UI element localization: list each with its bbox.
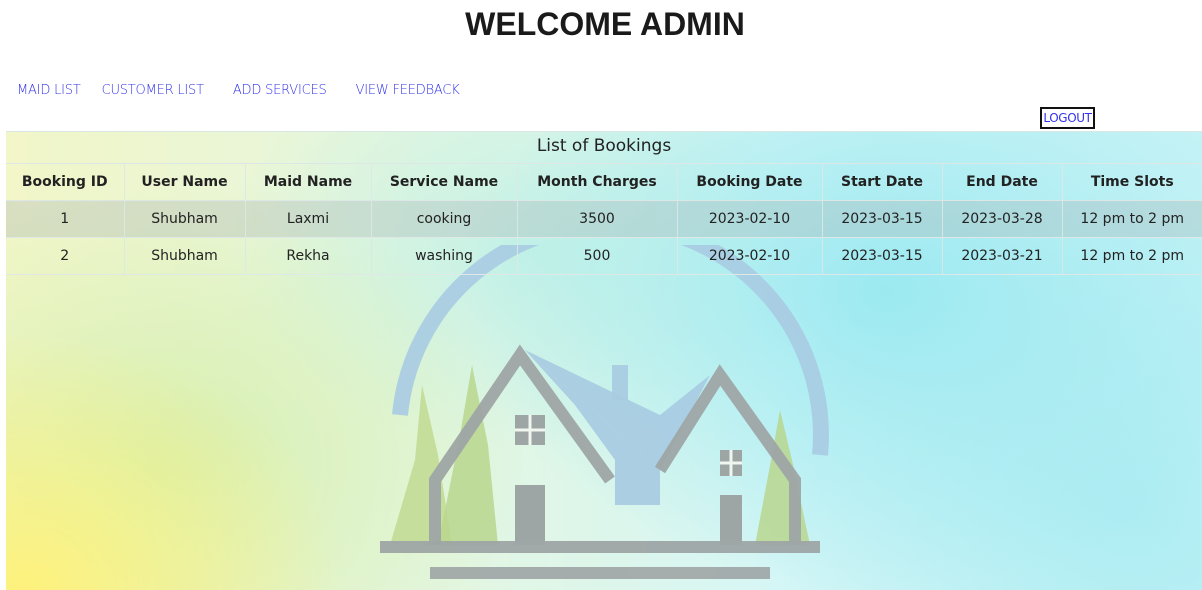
table-cell: washing xyxy=(371,237,518,275)
column-header: Start Date xyxy=(822,163,943,201)
table-cell: 2023-03-15 xyxy=(822,200,943,238)
table-row: 2 Shubham Rekha washing 500 2023-02-10 2… xyxy=(6,237,1202,275)
table-cell: Shubham xyxy=(124,200,246,238)
table-cell: 2023-02-10 xyxy=(677,200,823,238)
table-cell: 1 xyxy=(6,200,125,238)
bookings-section: List of Bookings Booking ID User Name Ma… xyxy=(6,131,1202,275)
table-cell: 2023-03-28 xyxy=(942,200,1063,238)
table-cell: 2023-02-10 xyxy=(677,237,823,275)
column-header: Booking ID xyxy=(6,163,125,201)
nav-customer-list[interactable]: CUSTOMER LIST xyxy=(93,80,214,106)
table-cell: 3500 xyxy=(517,200,678,238)
table-cell: 2023-03-21 xyxy=(942,237,1063,275)
table-cell: 2023-03-15 xyxy=(822,237,943,275)
nav-maid-list[interactable]: MAID LIST xyxy=(8,80,91,106)
column-header: Maid Name xyxy=(245,163,372,201)
page-title: WELCOME ADMIN xyxy=(465,6,745,42)
column-header: Service Name xyxy=(371,163,518,201)
table-cell: 500 xyxy=(517,237,678,275)
top-nav: MAID LIST CUSTOMER LIST ADD SERVICES VIE… xyxy=(8,80,480,106)
column-header: User Name xyxy=(124,163,246,201)
nav-view-feedback[interactable]: VIEW FEEDBACK xyxy=(347,80,470,106)
column-header: Month Charges xyxy=(517,163,678,201)
table-cell: cooking xyxy=(371,200,518,238)
table-cell: 12 pm to 2 pm xyxy=(1062,200,1202,238)
nav-add-services[interactable]: ADD SERVICES xyxy=(224,80,337,106)
table-header-row: Booking ID User Name Maid Name Service N… xyxy=(6,163,1202,201)
column-header: Booking Date xyxy=(677,163,823,201)
table-cell: Shubham xyxy=(124,237,246,275)
bookings-table: Booking ID User Name Maid Name Service N… xyxy=(6,163,1202,275)
table-row: 1 Shubham Laxmi cooking 3500 2023-02-10 … xyxy=(6,200,1202,238)
table-cell: 2 xyxy=(6,237,125,275)
table-cell: Laxmi xyxy=(245,200,372,238)
column-header: End Date xyxy=(942,163,1063,201)
column-header: Time Slots xyxy=(1062,163,1202,201)
table-cell: Rekha xyxy=(245,237,372,275)
logout-button[interactable]: LOGOUT xyxy=(1040,107,1095,129)
house-logo-icon xyxy=(380,245,829,579)
bookings-caption: List of Bookings xyxy=(6,131,1202,163)
table-cell: 12 pm to 2 pm xyxy=(1062,237,1202,275)
admin-page: WELCOME ADMIN MAID LIST CUSTOMER LIST AD… xyxy=(0,0,1202,590)
